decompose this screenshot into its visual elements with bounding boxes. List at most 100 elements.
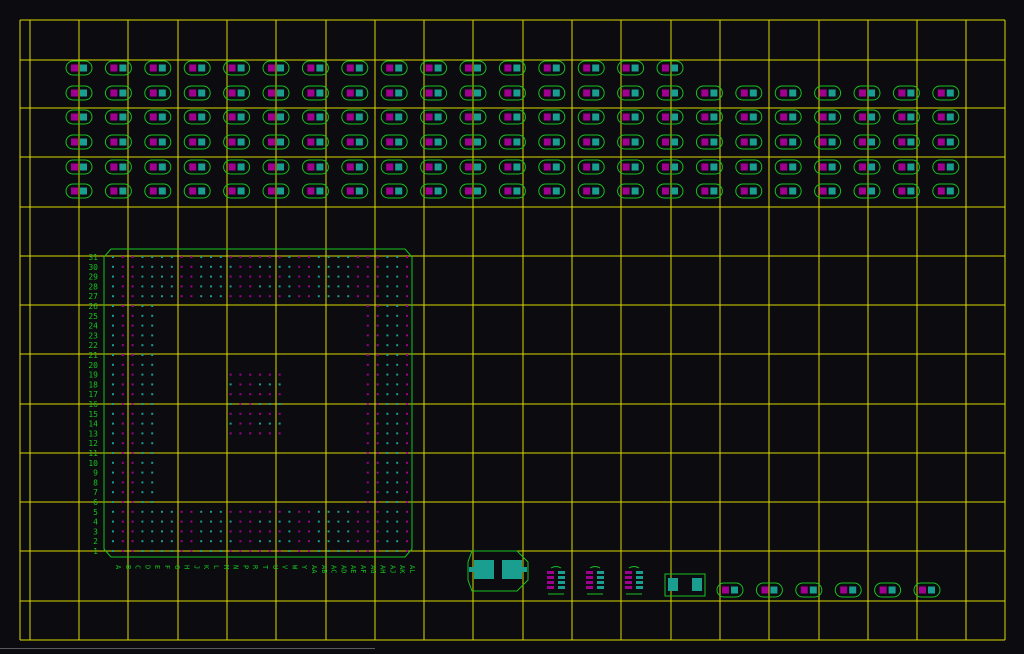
smd-component[interactable] — [498, 109, 526, 125]
smd-component[interactable] — [735, 109, 763, 125]
smd-component[interactable] — [104, 183, 132, 199]
smd-component[interactable] — [183, 85, 211, 101]
smd-component[interactable] — [853, 134, 881, 150]
smd-component[interactable] — [341, 159, 369, 175]
smd-component[interactable] — [695, 183, 723, 199]
smd-component[interactable] — [301, 85, 329, 101]
smd-component[interactable] — [341, 60, 369, 76]
smd-component[interactable] — [892, 183, 920, 199]
smd-component[interactable] — [380, 183, 408, 199]
smd-component[interactable] — [577, 134, 605, 150]
smd-component[interactable] — [183, 134, 211, 150]
smd-component[interactable] — [498, 134, 526, 150]
smd-component[interactable] — [656, 159, 684, 175]
smd-component[interactable] — [932, 134, 960, 150]
smd-component[interactable] — [913, 582, 941, 598]
smd-component[interactable] — [735, 85, 763, 101]
smd-component[interactable] — [538, 134, 566, 150]
smd-component[interactable] — [656, 109, 684, 125]
smd-component[interactable] — [853, 159, 881, 175]
smd-component[interactable] — [892, 134, 920, 150]
smd-component[interactable] — [774, 159, 802, 175]
smd-component[interactable] — [144, 183, 172, 199]
smd-component[interactable] — [380, 85, 408, 101]
smd-component[interactable] — [183, 60, 211, 76]
smd-component[interactable] — [892, 159, 920, 175]
smd-component[interactable] — [498, 159, 526, 175]
smd-component[interactable] — [834, 582, 862, 598]
smd-component[interactable] — [695, 85, 723, 101]
smd-component[interactable] — [380, 60, 408, 76]
smd-component[interactable] — [735, 159, 763, 175]
bga-footprint[interactable] — [103, 248, 413, 558]
smd-component[interactable] — [104, 109, 132, 125]
smd-component[interactable] — [183, 109, 211, 125]
smd-component[interactable] — [144, 159, 172, 175]
pcb-board-canvas[interactable]: 3130292827262524232221201918171615141312… — [0, 0, 1024, 654]
smd-component[interactable] — [301, 134, 329, 150]
smd-component[interactable] — [853, 183, 881, 199]
smd-component[interactable] — [380, 109, 408, 125]
smd-component[interactable] — [577, 109, 605, 125]
smd-component[interactable] — [695, 109, 723, 125]
smd-component[interactable] — [735, 134, 763, 150]
smd-component[interactable] — [695, 134, 723, 150]
smd-component[interactable] — [538, 109, 566, 125]
smd-component[interactable] — [538, 85, 566, 101]
smd-component[interactable] — [538, 60, 566, 76]
smd-component[interactable] — [774, 109, 802, 125]
smd-component[interactable] — [656, 134, 684, 150]
smd-component[interactable] — [104, 134, 132, 150]
components-layer[interactable] — [65, 60, 960, 598]
resistor-array[interactable] — [547, 566, 565, 595]
smd-component[interactable] — [341, 109, 369, 125]
smd-component[interactable] — [577, 85, 605, 101]
smd-component[interactable] — [892, 109, 920, 125]
smd-component[interactable] — [380, 159, 408, 175]
smd-component[interactable] — [301, 60, 329, 76]
smd-component[interactable] — [301, 109, 329, 125]
smd-component[interactable] — [577, 183, 605, 199]
smd-component[interactable] — [853, 109, 881, 125]
smd-component[interactable] — [656, 85, 684, 101]
smd-component[interactable] — [183, 183, 211, 199]
smd-component[interactable] — [695, 159, 723, 175]
smd-component[interactable] — [341, 85, 369, 101]
smd-component[interactable] — [144, 85, 172, 101]
smd-component[interactable] — [538, 183, 566, 199]
smd-component[interactable] — [932, 109, 960, 125]
smd-component[interactable] — [932, 159, 960, 175]
resistor-array[interactable] — [625, 566, 643, 595]
smd-component[interactable] — [874, 582, 902, 598]
smd-component[interactable] — [577, 159, 605, 175]
smd-component[interactable] — [144, 60, 172, 76]
smd-component[interactable] — [183, 159, 211, 175]
smd-component[interactable] — [498, 183, 526, 199]
smd-component[interactable] — [577, 60, 605, 76]
large-capacitor[interactable] — [467, 550, 529, 592]
smd-component[interactable] — [498, 85, 526, 101]
smd-component[interactable] — [341, 183, 369, 199]
smd-component[interactable] — [853, 85, 881, 101]
smd-component[interactable] — [301, 183, 329, 199]
smd-component[interactable] — [892, 85, 920, 101]
smd-component[interactable] — [716, 582, 744, 598]
smd-component[interactable] — [301, 159, 329, 175]
smd-component[interactable] — [774, 183, 802, 199]
smd-component[interactable] — [538, 159, 566, 175]
smd-component[interactable] — [144, 134, 172, 150]
smd-component[interactable] — [104, 60, 132, 76]
smd-component[interactable] — [932, 85, 960, 101]
smd-component[interactable] — [656, 183, 684, 199]
resistor-array[interactable] — [586, 566, 604, 595]
smd-component[interactable] — [104, 85, 132, 101]
smd-component[interactable] — [104, 159, 132, 175]
smd-component[interactable] — [735, 183, 763, 199]
smd-component[interactable] — [932, 183, 960, 199]
smd-component[interactable] — [656, 60, 684, 76]
smd-component[interactable] — [795, 582, 823, 598]
smd-component[interactable] — [774, 85, 802, 101]
smd-component[interactable] — [144, 109, 172, 125]
smd-component[interactable] — [774, 134, 802, 150]
smd-component[interactable] — [341, 134, 369, 150]
